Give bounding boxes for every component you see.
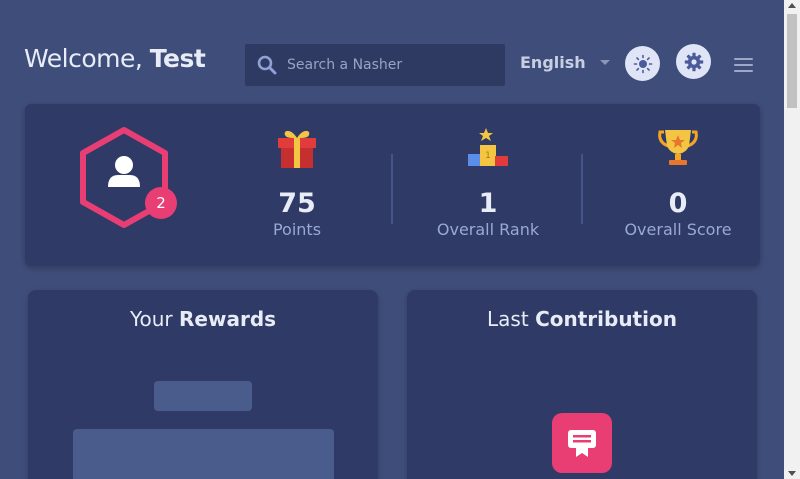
avatar[interactable] — [75, 124, 185, 234]
rewards-title-bold: Rewards — [179, 307, 277, 331]
contribution-title: Last Contribution — [407, 307, 757, 331]
stat-overall-rank: 1 1 Overall Rank — [408, 124, 568, 240]
search-input[interactable] — [287, 57, 487, 73]
loading-placeholder — [154, 381, 252, 411]
page-scrollbar[interactable] — [784, 0, 800, 479]
rewards-title-prefix: Your — [129, 307, 173, 331]
gear-icon — [684, 52, 703, 71]
svg-text:1: 1 — [485, 151, 491, 161]
language-select[interactable]: English — [520, 53, 610, 72]
divider — [391, 154, 393, 224]
chevron-down-icon — [599, 60, 610, 65]
search-icon[interactable] — [247, 55, 287, 75]
top-header: Welcome, Test English — [0, 0, 784, 100]
podium-icon: 1 — [408, 124, 568, 172]
loading-placeholder — [73, 429, 334, 479]
rank-value: 1 — [478, 188, 498, 219]
score-label: Overall Score — [624, 220, 732, 239]
user-name: Test — [149, 44, 206, 73]
divider — [581, 154, 583, 224]
settings-button[interactable] — [676, 44, 711, 79]
contribution-icon — [552, 413, 612, 473]
contribution-panel: Last Contribution — [407, 290, 757, 479]
rewards-title: Your Rewards — [28, 307, 378, 331]
rank-label: Overall Rank — [436, 220, 540, 239]
contribution-title-bold: Contribution — [535, 307, 677, 331]
rewards-panel: Your Rewards — [28, 290, 378, 479]
points-value: 75 — [278, 188, 316, 219]
certificate-icon — [568, 430, 596, 457]
scroll-up-icon[interactable] — [788, 3, 796, 8]
contribution-title-prefix: Last — [487, 307, 529, 331]
score-value: 0 — [668, 188, 688, 219]
sun-icon — [633, 54, 652, 73]
scroll-down-icon[interactable] — [788, 471, 796, 476]
stat-overall-score: 0 Overall Score — [598, 124, 758, 240]
stat-points: 75 Points — [217, 124, 377, 240]
language-label: English — [520, 53, 586, 72]
stats-card: 2 75 Points 1 1 Overall Rank 0 Overall S… — [25, 104, 760, 266]
welcome-heading: Welcome, Test — [24, 44, 206, 73]
hamburger-menu-button[interactable] — [734, 58, 753, 72]
points-label: Points — [272, 220, 322, 239]
gift-icon — [217, 124, 377, 172]
scrollbar-thumb[interactable] — [787, 14, 797, 108]
level-badge: 2 — [145, 187, 177, 219]
search-bar[interactable] — [245, 44, 505, 86]
welcome-prefix: Welcome, — [24, 44, 143, 73]
theme-toggle-button[interactable] — [625, 46, 660, 81]
trophy-icon — [598, 124, 758, 172]
